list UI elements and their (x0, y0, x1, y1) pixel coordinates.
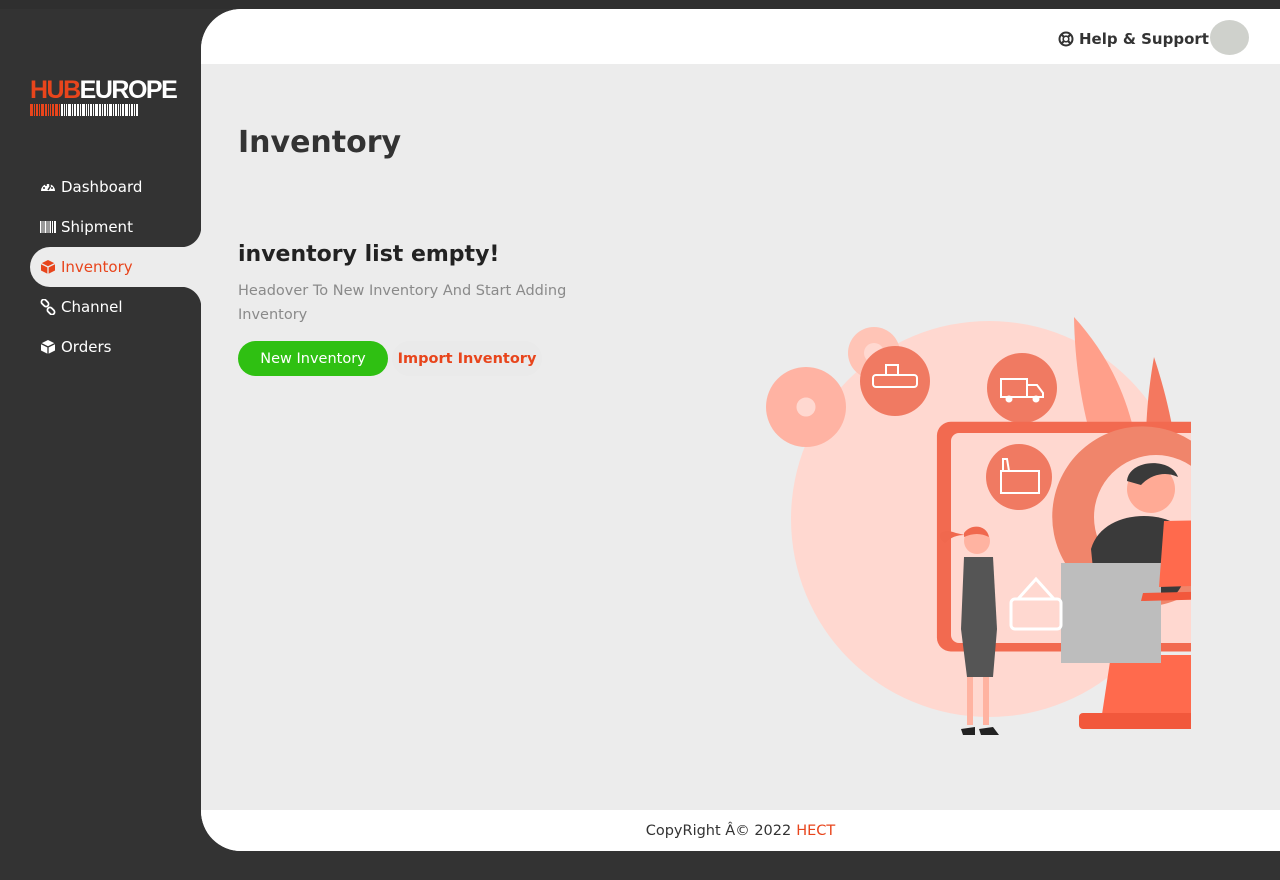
cube-icon (40, 259, 56, 275)
life-ring-icon (1058, 31, 1074, 47)
empty-state-description: Headover To New Inventory And Start Addi… (238, 283, 567, 323)
sidebar-item-orders[interactable]: Orders (30, 327, 201, 367)
window-top-strip (0, 0, 1280, 9)
sidebar-item-inventory[interactable]: Inventory (30, 227, 201, 307)
sidebar-nav: Dashboard Shipment Inventory Channel Ord… (30, 167, 201, 367)
footer-brand-link[interactable]: HECT (796, 823, 835, 839)
sidebar-item-label: Orders (61, 338, 112, 356)
sidebar-item-label: Dashboard (61, 178, 143, 196)
sidebar-item-label: Shipment (61, 218, 133, 236)
new-inventory-button[interactable]: New Inventory (238, 341, 388, 376)
logo-wordmark: HUBEUROPE (30, 76, 178, 104)
main-panel: Help & Support Inventory inventory list … (201, 9, 1280, 851)
link-icon (40, 299, 56, 315)
help-support-link[interactable]: Help & Support (1058, 27, 1209, 51)
box-icon (40, 339, 56, 355)
sidebar-item-dashboard[interactable]: Dashboard (30, 167, 201, 207)
logo-europe-text: EUROPE (79, 76, 178, 104)
hubeurope-logo[interactable]: HUBEUROPE (30, 72, 180, 118)
barcode-icon (40, 219, 56, 235)
sidebar-item-channel[interactable]: Channel (30, 287, 201, 327)
empty-state-title: inventory list empty! (238, 242, 500, 267)
sidebar-item-label: Channel (61, 298, 123, 316)
page-title: Inventory (238, 125, 402, 160)
logistics-support-illustration (731, 299, 1280, 739)
sidebar-item-label: Inventory (61, 258, 133, 276)
copyright-text: CopyRight Â© 2022 (645, 822, 792, 839)
logo-hub-text: HUB (30, 76, 81, 104)
dashboard-gauge-icon (40, 179, 56, 195)
logo-barcode (30, 104, 180, 116)
footer: CopyRight Â© 2022 HECT (201, 810, 1280, 851)
top-header: Help & Support (201, 9, 1280, 64)
user-avatar[interactable] (1210, 20, 1249, 55)
sidebar: HUBEUROPE Dashboard Shipment Inventory C… (0, 9, 201, 880)
help-support-label: Help & Support (1079, 30, 1209, 48)
sidebar-item-shipment[interactable]: Shipment (30, 207, 201, 247)
import-inventory-button[interactable]: Import Inventory (392, 341, 542, 376)
